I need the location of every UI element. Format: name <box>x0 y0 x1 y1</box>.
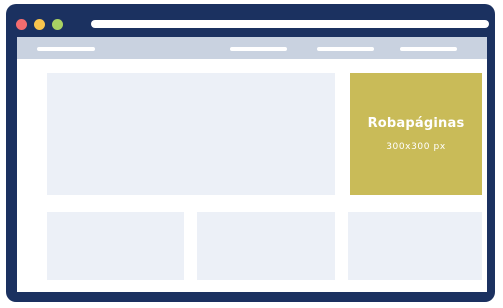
address-bar[interactable] <box>91 20 489 28</box>
ad-size-label: 300x300 px <box>386 142 446 152</box>
maximize-button[interactable] <box>52 19 63 30</box>
minimize-button[interactable] <box>34 19 45 30</box>
ad-slot-robapaginas[interactable]: Robapáginas 300x300 px <box>350 73 482 195</box>
content-card-placeholder-3 <box>348 212 482 280</box>
nav-link-placeholder-2[interactable] <box>317 47 374 51</box>
close-button[interactable] <box>16 19 27 30</box>
content-card-placeholder-1 <box>47 212 184 280</box>
page-content: Robapáginas 300x300 px <box>17 59 487 292</box>
navigation-bar <box>17 37 487 59</box>
nav-link-placeholder-3[interactable] <box>400 47 457 51</box>
content-card-placeholder-2 <box>197 212 335 280</box>
nav-logo-placeholder[interactable] <box>37 47 95 51</box>
main-content-placeholder <box>47 73 335 195</box>
ad-title: Robapáginas <box>367 116 465 131</box>
nav-link-placeholder-1[interactable] <box>230 47 287 51</box>
